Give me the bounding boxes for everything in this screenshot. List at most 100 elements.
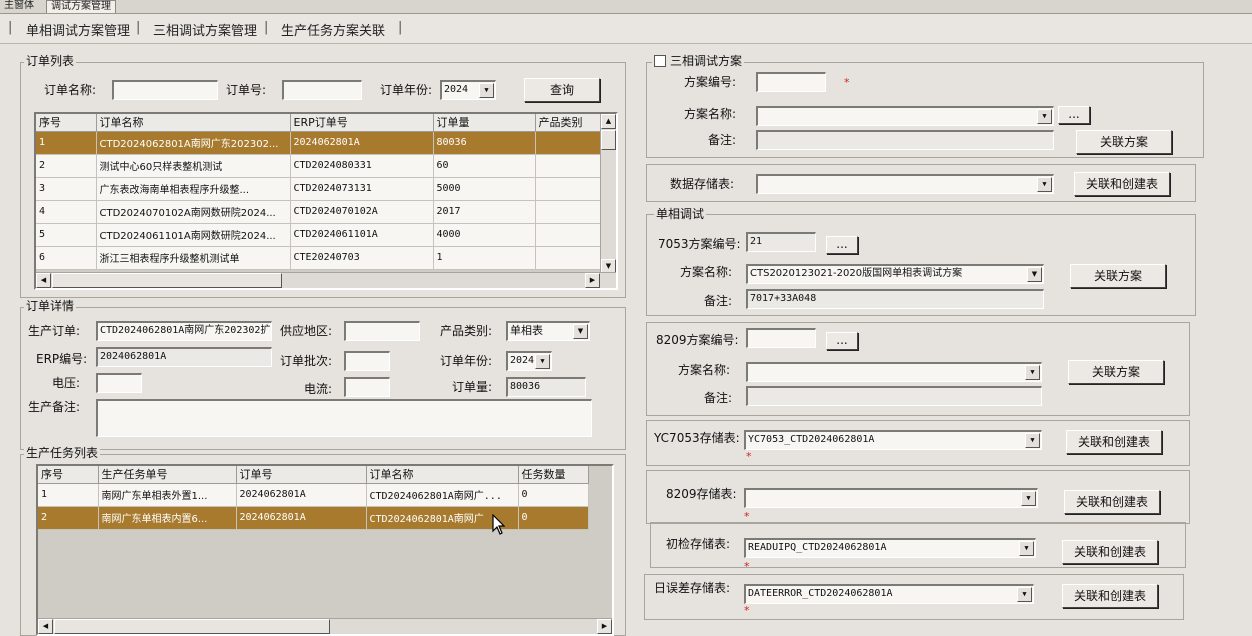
order-row-cell[interactable]: 浙江三相表程序升级整机测试单 — [96, 246, 291, 270]
s8209-no-field[interactable] — [746, 328, 816, 348]
scroll-right-icon[interactable]: ▶ — [585, 273, 600, 288]
tp-browse-button[interactable]: ... — [1058, 106, 1090, 124]
menu-single-phase[interactable]: 单相调试方案管理 — [26, 20, 130, 39]
order-row-cell[interactable]: 5 — [36, 223, 97, 247]
s7053-link-button[interactable]: 关联方案 — [1070, 264, 1166, 288]
chevron-down-icon[interactable]: ▼ — [1025, 365, 1040, 380]
order-row-cell[interactable]: CTD2024080331 — [290, 154, 434, 178]
chevron-down-icon[interactable]: ▼ — [479, 83, 494, 98]
current-field[interactable] — [344, 377, 390, 397]
task-row-cell[interactable]: 0 — [518, 506, 589, 530]
batch-field[interactable] — [344, 351, 390, 371]
chevron-down-icon[interactable]: ▼ — [1019, 541, 1034, 556]
task-row[interactable]: 1 南网广东单相表外置1... 2024062801A CTD2024062801A南… — [38, 483, 589, 507]
s7053-browse-button[interactable]: ... — [826, 236, 858, 254]
order-row-cell[interactable]: 80036 — [433, 131, 536, 155]
s7053-remark-field[interactable]: 7017+33A048 — [746, 289, 1044, 309]
task-row-cell[interactable]: 2 — [38, 506, 99, 530]
daily-error-storage-select[interactable]: DATEERROR_CTD2024062801A ▼ — [744, 584, 1034, 604]
tab-debug-scheme[interactable]: 调试方案管理 — [46, 0, 116, 13]
scroll-thumb[interactable] — [52, 273, 282, 288]
order-row-cell[interactable]: 2017 — [433, 200, 536, 224]
order-column-header-1[interactable]: 订单名称 — [96, 114, 291, 132]
task-row-cell[interactable]: 1 — [38, 483, 99, 507]
task-column-header-4[interactable]: 任务数量 — [518, 466, 589, 484]
order-row-cell[interactable]: CTD2024061101A — [290, 223, 434, 247]
order-row-cell[interactable]: 1 — [36, 131, 97, 155]
order-row-cell[interactable]: CTD2024061101A南网数研院2024... — [96, 223, 291, 247]
initial-check-storage-select[interactable]: READUIPQ_CTD2024062801A ▼ — [744, 538, 1036, 558]
yc7053-storage-select[interactable]: YC7053_CTD2024062801A ▼ — [744, 430, 1042, 450]
scroll-right-icon[interactable]: ▶ — [597, 619, 612, 634]
s8209-browse-button[interactable]: ... — [826, 332, 858, 350]
s7053-name-select[interactable]: CTS2020123021-2020版国网单相表调试方案 ▼ — [746, 264, 1044, 284]
tp-remark-field[interactable] — [756, 130, 1054, 150]
s8209-name-select[interactable]: ▼ — [746, 362, 1042, 382]
order-column-header-0[interactable]: 序号 — [36, 114, 97, 132]
scroll-thumb[interactable] — [54, 619, 330, 634]
voltage-field[interactable] — [96, 373, 142, 393]
order-row-cell[interactable] — [535, 246, 605, 270]
order-row[interactable]: 2 测试中心60只样表整机测试 CTD2024080331 60 — [36, 154, 605, 178]
order-row-cell[interactable]: 4000 — [433, 223, 536, 247]
detail-year-select[interactable]: 2024 ▼ — [506, 351, 552, 371]
order-row-cell[interactable]: CTE20240703 — [290, 246, 434, 270]
task-column-header-3[interactable]: 订单名称 — [366, 466, 519, 484]
order-row[interactable]: 6 浙江三相表程序升级整机测试单 CTE20240703 1 — [36, 246, 605, 270]
chevron-down-icon[interactable]: ▼ — [1037, 109, 1052, 124]
order-row[interactable]: 5 CTD2024061101A南网数研院2024... CTD2024061101… — [36, 223, 605, 247]
qty-field[interactable]: 80036 — [506, 377, 586, 397]
order-row-cell[interactable]: CTD2024070102A — [290, 200, 434, 224]
s8209-storage-button[interactable]: 关联和创建表 — [1064, 490, 1160, 514]
task-row-cell[interactable]: 0 — [518, 483, 589, 507]
order-grid-hscroll[interactable]: ◀ ▶ — [36, 272, 616, 288]
menu-task-link[interactable]: 生产任务方案关联 — [281, 20, 385, 39]
order-row-cell[interactable] — [535, 200, 605, 224]
erp-field[interactable]: 2024062801A — [96, 347, 272, 367]
initial-check-storage-button[interactable]: 关联和创建表 — [1062, 540, 1158, 564]
order-year-select[interactable]: 2024 ▼ — [440, 80, 496, 100]
scroll-up-icon[interactable]: ▲ — [601, 114, 616, 129]
order-row-cell[interactable]: 5000 — [433, 177, 536, 201]
order-grid-vscroll[interactable]: ▲ ▼ — [600, 114, 616, 274]
order-column-header-3[interactable]: 订单量 — [433, 114, 536, 132]
order-row-cell[interactable] — [535, 177, 605, 201]
order-row[interactable]: 4 CTD2024070102A南网数研院2024... CTD2024070102… — [36, 200, 605, 224]
tab-main-window[interactable]: 主窗体 — [0, 0, 38, 13]
scroll-thumb[interactable] — [601, 130, 616, 150]
data-storage-button[interactable]: 关联和创建表 — [1074, 172, 1170, 196]
menu-three-phase[interactable]: 三相调试方案管理 — [153, 20, 257, 39]
region-field[interactable] — [344, 321, 420, 341]
order-row-cell[interactable] — [535, 154, 605, 178]
s7053-no-field[interactable]: 21 — [746, 232, 816, 252]
order-column-header-4[interactable]: 产品类别 — [535, 114, 605, 132]
order-row-cell[interactable]: 4 — [36, 200, 97, 224]
order-no-input[interactable] — [282, 80, 362, 100]
order-row-cell[interactable]: 60 — [433, 154, 536, 178]
tp-scheme-name-select[interactable]: ▼ — [756, 106, 1054, 126]
data-storage-select[interactable]: ▼ — [756, 174, 1054, 194]
chevron-down-icon[interactable]: ▼ — [1027, 267, 1042, 282]
order-row-cell[interactable] — [535, 223, 605, 247]
order-row-cell[interactable]: 广东表改海南单相表程序升级整... — [96, 177, 291, 201]
order-row-cell[interactable]: 2024062801A — [290, 131, 434, 155]
task-row-cell[interactable]: CTD2024062801A南网广... — [366, 483, 519, 507]
prod-order-field[interactable]: CTD2024062801A南网广东202302扩 — [96, 321, 272, 341]
order-row[interactable]: 1 CTD2024062801A南网广东202302... 2024062801A 8… — [36, 131, 605, 155]
order-row-cell[interactable]: 测试中心60只样表整机测试 — [96, 154, 291, 178]
scroll-left-icon[interactable]: ◀ — [36, 273, 51, 288]
task-row-cell[interactable]: 2024062801A — [236, 483, 367, 507]
remark-textarea[interactable] — [96, 399, 592, 437]
order-row-cell[interactable]: 6 — [36, 246, 97, 270]
chevron-down-icon[interactable]: ▼ — [535, 354, 550, 369]
task-grid-hscroll[interactable]: ◀ ▶ — [38, 618, 612, 634]
three-phase-checkbox[interactable] — [654, 55, 666, 67]
tp-link-button[interactable]: 关联方案 — [1076, 130, 1172, 154]
s8209-link-button[interactable]: 关联方案 — [1068, 360, 1164, 384]
order-row-cell[interactable]: CTD2024062801A南网广东202302... — [96, 131, 291, 155]
daily-error-storage-button[interactable]: 关联和创建表 — [1062, 584, 1158, 608]
s8209-storage-select[interactable]: ▼ — [744, 488, 1038, 508]
query-button[interactable]: 查询 — [524, 78, 600, 102]
order-row-cell[interactable] — [535, 131, 605, 155]
order-row-cell[interactable]: CTD2024073131 — [290, 177, 434, 201]
